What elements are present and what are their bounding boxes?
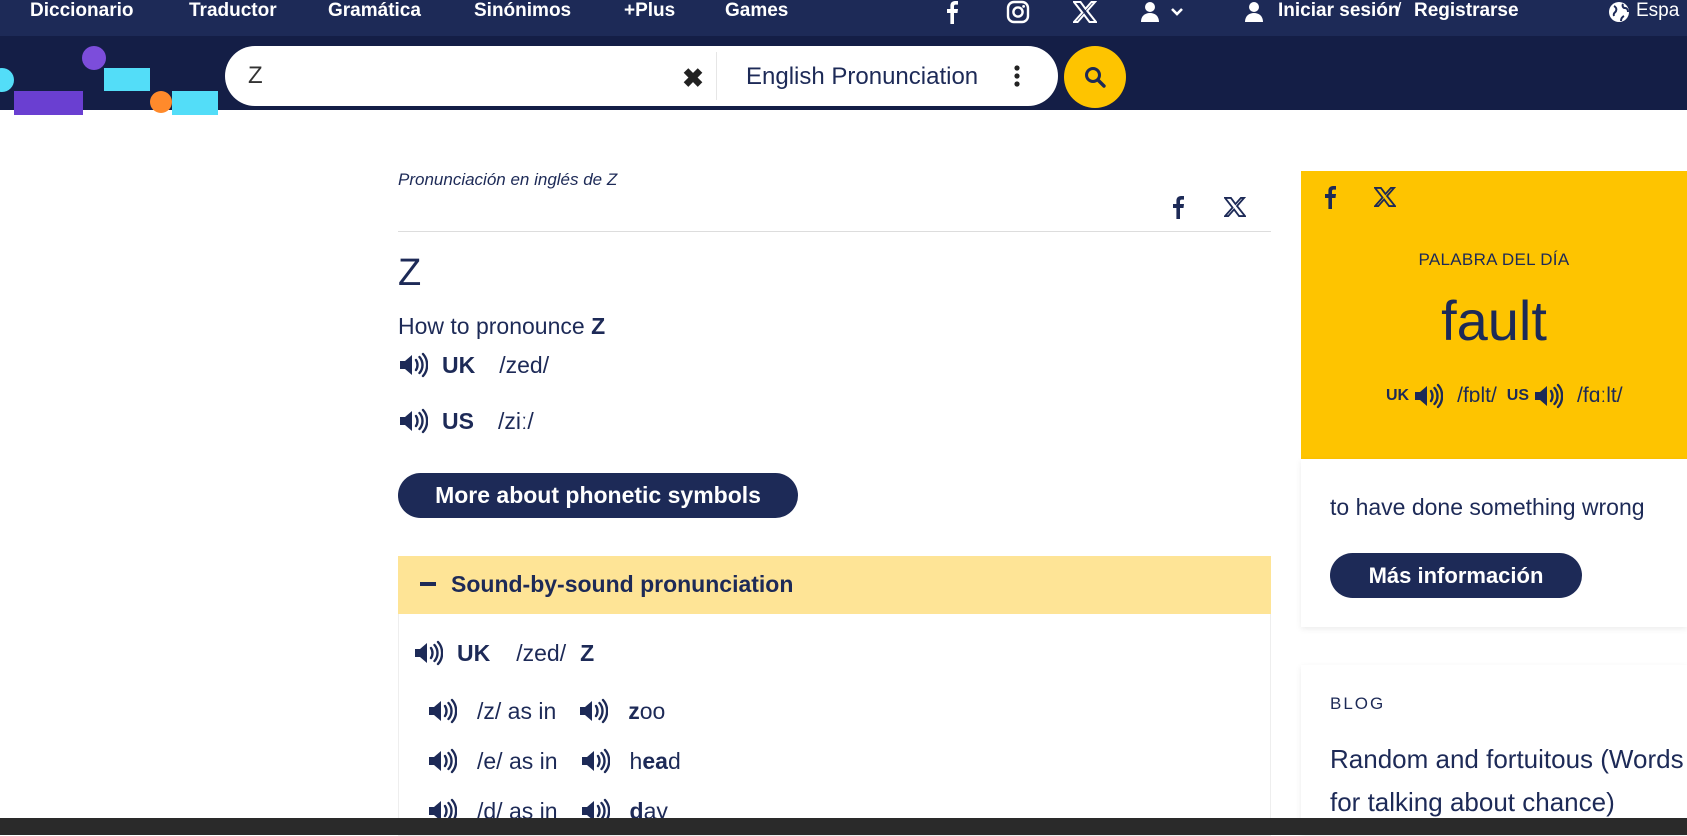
sbs-ipa: /zed/ [516,639,567,666]
nav-traductor[interactable]: Traductor [189,0,277,22]
sound-speaker-icon[interactable] [427,698,458,724]
how-to-word: Z [591,313,606,339]
phonetic-symbols-button[interactable]: More about phonetic symbols [398,473,798,518]
us-audio-speaker-icon[interactable] [398,408,429,434]
headword: Z [398,252,422,294]
sbs-word: Z [580,639,595,666]
uk-pronunciation: UK /zed/ [398,350,549,380]
page-title: Pronunciación en inglés de Z [398,170,618,189]
search-icon [1085,67,1106,88]
uk-label: UK [442,351,476,378]
sound-by-sound-title[interactable]: Sound-by-sound pronunciation [451,571,793,598]
x-twitter-icon[interactable] [1072,0,1098,24]
search-button[interactable] [1064,46,1126,108]
clear-search-icon[interactable]: ✖ [680,62,706,94]
sbs-uk-speaker-icon[interactable] [413,640,444,666]
taskbar [0,818,1687,835]
example-speaker-icon[interactable] [578,698,609,724]
wotd-uk-ipa: /fɒlt/ [1457,384,1497,407]
sbs-region: UK [457,639,491,666]
top-nav: Diccionario Traductor Gramática Sinónimo… [0,0,1687,36]
wotd-us-label: US [1506,387,1530,404]
instagram-icon[interactable] [1005,0,1031,24]
nav-gramatica[interactable]: Gramática [328,0,421,22]
blog-title-link[interactable]: Random and fortuitous (Words for talking… [1330,738,1687,824]
share-x-icon[interactable] [1222,197,1247,222]
divider [398,231,1271,232]
blog-label: BLOG [1330,694,1386,713]
sound-ipa: /z/ as in [477,697,557,724]
wotd-us-speaker-icon[interactable] [1533,383,1564,409]
wotd-uk-speaker-icon[interactable] [1413,383,1444,409]
user-icon [1243,0,1265,24]
decor-circle-cyan [0,68,14,92]
search-input[interactable] [248,58,668,94]
nav-diccionario[interactable]: Diccionario [30,0,133,22]
us-ipa: /ziː/ [497,407,534,434]
us-label: US [442,407,474,434]
decor-block-cyan-2 [172,91,218,115]
language-selector[interactable]: Espa [1636,0,1679,22]
how-to-text: How to pronounce [398,313,585,339]
wotd-label: PALABRA DEL DÍA [1418,250,1570,269]
wotd-us-ipa: /fɑːlt/ [1577,384,1623,407]
facebook-icon[interactable] [940,0,964,24]
decor-circle-orange [150,91,172,113]
share-facebook-icon[interactable] [1171,195,1185,224]
uk-audio-speaker-icon[interactable] [398,352,429,378]
wotd-pronunciation: UK /fɒlt/ US /fɑːlt/ [1386,381,1623,411]
sbs-sound-row: /z/ as in zoo [427,696,665,726]
nav-games[interactable]: Games [725,0,788,22]
nav-sinonimos[interactable]: Sinónimos [474,0,571,22]
uk-ipa: /zed/ [499,351,550,378]
login-link[interactable]: Iniciar sesión [1278,0,1399,22]
register-link[interactable]: Registrarse [1414,0,1519,22]
wotd-x-icon[interactable] [1372,187,1397,212]
example-speaker-icon[interactable] [580,748,610,774]
dictionary-selector[interactable]: English Pronunciation [746,62,978,92]
decor-block-cyan [104,68,150,91]
example-word: zoo [628,697,666,724]
more-options-icon[interactable] [1010,62,1024,92]
decor-block-purple [14,91,83,115]
sbs-sound-row: /e/ as in head [427,746,681,776]
globe-icon[interactable] [1607,0,1631,24]
us-pronunciation: US /ziː/ [398,406,534,436]
nav-plus[interactable]: +Plus [624,0,675,22]
wotd-definition: to have done something wrong [1330,494,1645,520]
wotd-definition-panel [1301,459,1687,627]
wotd-word[interactable]: fault [1301,288,1687,353]
more-info-button[interactable]: Más información [1330,553,1582,598]
example-word: head [629,747,681,774]
collapse-minus-icon[interactable] [420,582,436,586]
login-separator: / [1396,0,1402,21]
wotd-facebook-icon[interactable] [1323,185,1337,214]
sbs-region-row: UK /zed/ Z [413,638,594,668]
decor-circle-purple [82,46,106,70]
how-to-pronounce: How to pronounce Z [398,313,605,340]
user-menu-icon[interactable] [1140,0,1186,24]
search-divider [716,52,717,100]
wotd-uk-label: UK [1386,387,1410,404]
sound-ipa: /e/ as in [477,747,558,774]
sound-speaker-icon[interactable] [427,748,458,774]
